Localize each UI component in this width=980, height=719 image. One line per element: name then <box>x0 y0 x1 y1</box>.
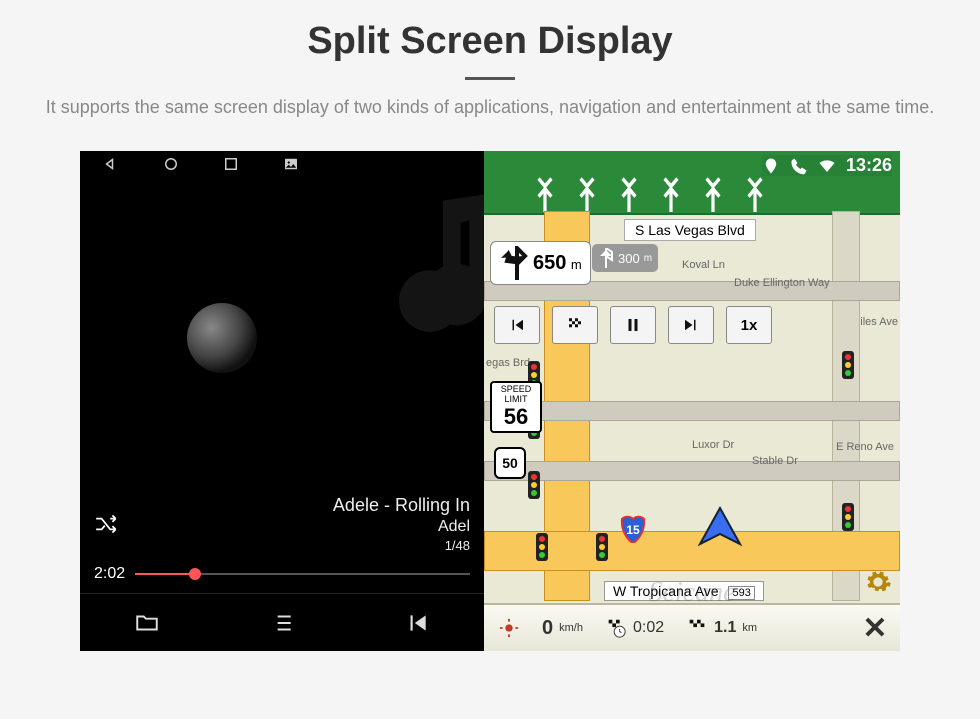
close-button[interactable]: ✕ <box>854 608 896 648</box>
street-number: 593 <box>728 586 754 600</box>
lane-arrow-icon <box>660 176 682 212</box>
next-unit: m <box>644 253 652 264</box>
eta-cell: 0:02 <box>595 608 674 648</box>
page-subtitle: It supports the same screen display of t… <box>40 94 940 121</box>
home-icon[interactable] <box>162 155 180 178</box>
traffic-light-icon <box>842 503 854 531</box>
lane-arrow-icon <box>702 176 724 212</box>
lane-arrow-icon <box>534 176 556 212</box>
traffic-light-icon <box>842 351 854 379</box>
road <box>484 401 900 421</box>
status-bar-right: 13:26 <box>762 155 892 176</box>
lane-arrow-icon <box>744 176 766 212</box>
remaining-distance: 1.1 km <box>676 608 767 648</box>
route-shield: 50 <box>494 447 526 479</box>
current-speed: 0 km/h <box>532 608 593 648</box>
gps-status[interactable] <box>488 608 530 648</box>
recents-icon[interactable] <box>222 155 240 178</box>
street-label: iles Ave <box>860 316 898 328</box>
lane-arrow-icon <box>576 176 598 212</box>
settings-icon[interactable] <box>864 568 892 601</box>
clock-time: 13:26 <box>846 155 892 176</box>
location-icon <box>762 157 780 175</box>
sim-speed-button[interactable]: 1x <box>726 306 772 344</box>
lane-arrow-icon <box>618 176 640 212</box>
playlist-button[interactable] <box>215 594 350 651</box>
vehicle-cursor <box>696 506 744 553</box>
street-label: Stable Dr <box>752 455 798 467</box>
progress-slider[interactable] <box>135 573 470 575</box>
album-disc <box>187 303 257 373</box>
previous-button[interactable] <box>349 594 484 651</box>
next-distance: 300 <box>618 251 640 266</box>
elapsed-time: 2:02 <box>94 565 125 583</box>
sim-flag-button[interactable] <box>552 306 598 344</box>
title-divider <box>465 77 515 80</box>
traffic-light-icon <box>528 471 540 499</box>
device-screenshot: Adele - Rolling In Adel 1/48 2:02 <box>80 151 900 651</box>
sim-playback-controls: 1x <box>494 306 772 344</box>
road <box>484 461 900 481</box>
music-panel: Adele - Rolling In Adel 1/48 2:02 <box>80 151 484 651</box>
phone-icon <box>790 157 808 175</box>
turn-unit: m <box>571 257 582 272</box>
back-icon[interactable] <box>102 155 120 178</box>
speed-value: 56 <box>492 405 540 429</box>
shuffle-icon[interactable] <box>94 513 120 535</box>
sim-next-button[interactable] <box>668 306 714 344</box>
street-label: egas Brd <box>486 357 530 369</box>
street-label: Duke Ellington Way <box>734 277 830 289</box>
album-art-area <box>80 181 484 495</box>
cross-street-label: W Tropicana Ave 593 <box>604 581 764 601</box>
street-label: Koval Ln <box>682 259 725 271</box>
track-artist: Adel <box>150 518 470 536</box>
traffic-light-icon <box>596 533 608 561</box>
interstate-shield: 15 <box>620 515 646 543</box>
picture-icon <box>282 155 300 178</box>
page-title: Split Screen Display <box>0 20 980 63</box>
next-turn-box: 300 m <box>592 244 658 272</box>
street-label: Luxor Dr <box>692 439 734 451</box>
nav-bottom-bar: 0 km/h 0:02 1.1 km ✕ <box>484 603 900 651</box>
traffic-light-icon <box>536 533 548 561</box>
track-title: Adele - Rolling In <box>150 495 470 516</box>
sim-pause-button[interactable] <box>610 306 656 344</box>
turn-instruction: 650 m <box>490 241 591 285</box>
track-info: Adele - Rolling In Adel 1/48 <box>150 495 470 553</box>
track-counter: 1/48 <box>150 538 470 553</box>
svg-text:15: 15 <box>626 523 640 537</box>
sim-prev-button[interactable] <box>494 306 540 344</box>
folder-button[interactable] <box>80 594 215 651</box>
wifi-icon <box>818 157 836 175</box>
music-bottom-bar <box>80 593 484 651</box>
speed-limit-sign: SPEED LIMIT 56 <box>490 381 542 433</box>
street-label: E Reno Ave <box>836 441 894 453</box>
navigation-panel: 13:26 S Las Vegas Blvd 650 m 300 m 1 <box>484 151 900 651</box>
turn-distance: 650 <box>533 252 566 274</box>
current-street-label: S Las Vegas Blvd <box>624 219 756 241</box>
